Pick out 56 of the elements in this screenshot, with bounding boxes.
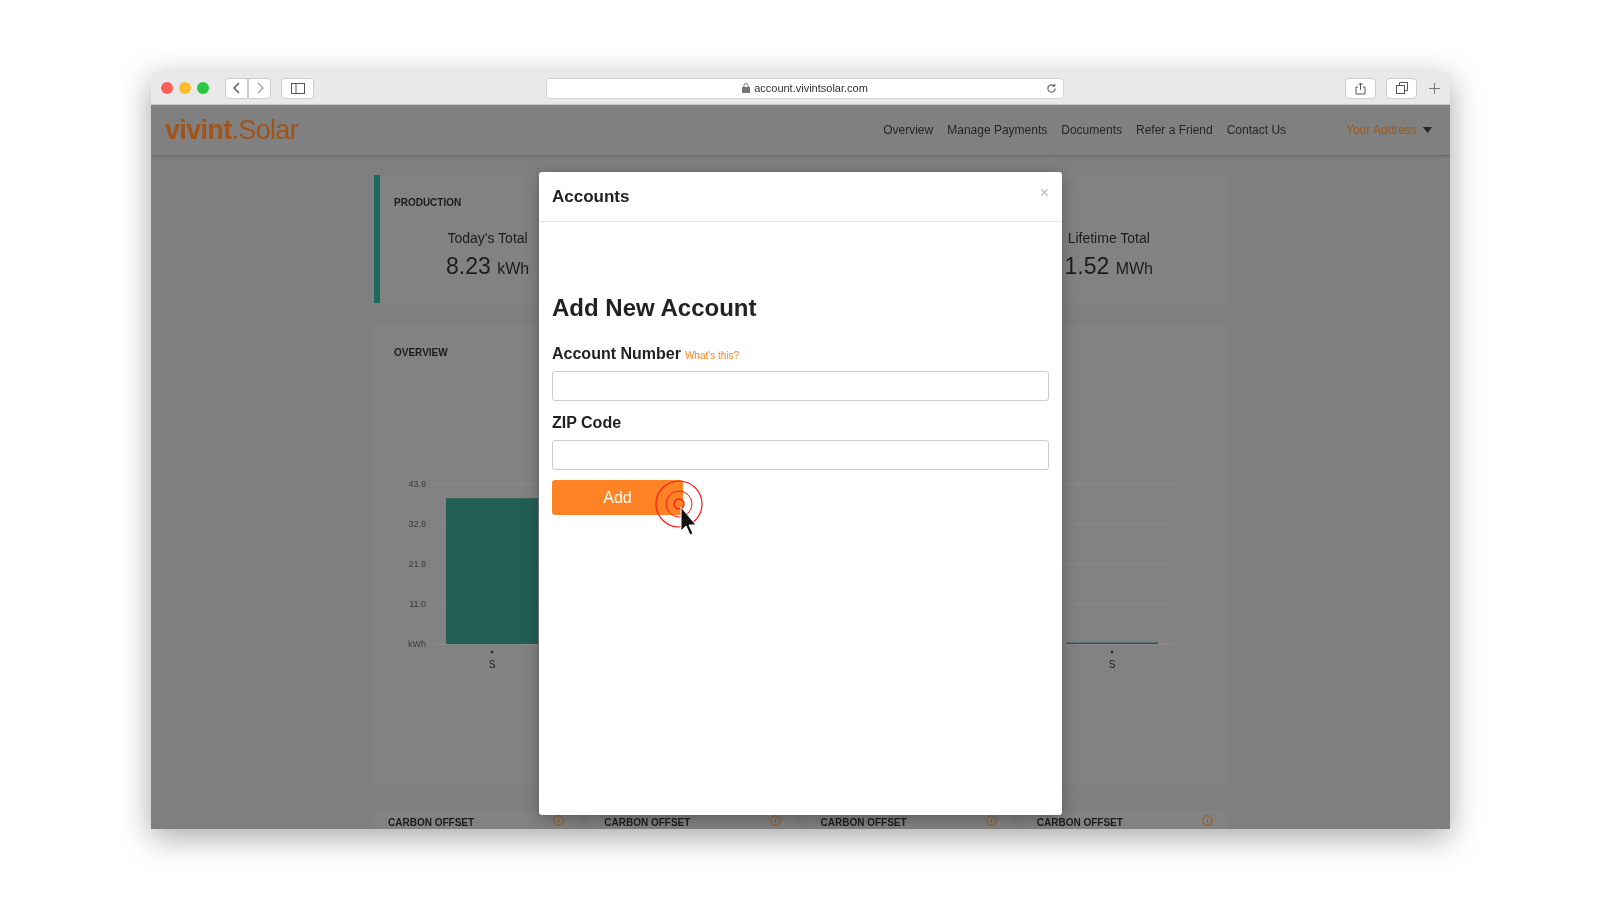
lock-icon (742, 83, 751, 93)
dialog-title: Accounts (552, 185, 630, 208)
tick-dot-icon (1110, 650, 1114, 654)
info-icon[interactable] (1202, 815, 1213, 826)
x-tick-label: S (1108, 659, 1116, 670)
close-button[interactable]: × (1039, 180, 1049, 205)
caret-icon (1423, 127, 1432, 133)
url-text: account.vivintsolar.com (754, 80, 868, 96)
nav-link[interactable]: Documents (1061, 121, 1122, 139)
stat-label: Today's Total (447, 229, 528, 248)
card-title: CARBON OFFSET (1036, 816, 1123, 829)
new-tab-icon[interactable] (1429, 82, 1440, 94)
input-field[interactable] (552, 371, 1049, 401)
y-tick-label: kWh (408, 639, 426, 649)
field-label: Account Number (552, 344, 681, 364)
info-icon[interactable] (553, 815, 565, 826)
tabs-button[interactable] (1386, 77, 1417, 99)
y-tick-label: 32.9 (408, 519, 426, 530)
address-bar[interactable]: account.vivintsolar.com (546, 77, 1064, 99)
share-icon (1355, 81, 1366, 95)
info-icon[interactable] (769, 815, 781, 826)
x-tick-label: S (488, 659, 496, 670)
card-title: CARBON OFFSET (604, 816, 691, 829)
card-title: PRODUCTION (394, 196, 462, 210)
reload-icon[interactable] (1046, 82, 1057, 94)
nav-link[interactable]: Manage Payments (947, 121, 1048, 139)
chevron-left-icon (232, 82, 241, 94)
chevron-right-icon (255, 82, 264, 94)
y-tick-label: 43.9 (408, 479, 426, 489)
y-tick-label: 21.9 (408, 559, 426, 570)
field-label: ZIP Code (552, 413, 622, 433)
help-link[interactable]: What's this? (684, 348, 740, 363)
forward-button[interactable] (248, 77, 271, 99)
info-icon[interactable] (985, 815, 997, 826)
nav-link[interactable]: Contact Us (1226, 121, 1287, 139)
sidebar-button[interactable] (281, 77, 314, 99)
share-button[interactable] (1345, 77, 1376, 99)
maximize-window-icon[interactable] (197, 82, 209, 94)
back-button[interactable] (225, 77, 248, 99)
tick-dot-icon (490, 650, 494, 654)
card-title: CARBON OFFSET (388, 816, 475, 829)
minimize-window-icon[interactable] (179, 82, 191, 94)
stat-value: 8.23 kWh (446, 252, 530, 281)
tabs-icon (1395, 82, 1408, 94)
sidebar-icon (290, 82, 305, 94)
close-window-icon[interactable] (161, 82, 173, 94)
stat-label: Lifetime Total (1067, 229, 1150, 248)
nav-link[interactable]: Refer a Friend (1136, 121, 1213, 139)
form-heading: Add New Account (552, 293, 758, 323)
y-tick-label: 11.0 (409, 598, 426, 609)
stat-value: 1.52 MWh (1064, 252, 1153, 281)
input-field[interactable] (552, 440, 1049, 470)
card-title: CARBON OFFSET (820, 816, 907, 829)
nav-link[interactable]: Overview (883, 121, 934, 139)
card-title: OVERVIEW (394, 346, 448, 360)
add-button[interactable]: Add (552, 480, 683, 515)
